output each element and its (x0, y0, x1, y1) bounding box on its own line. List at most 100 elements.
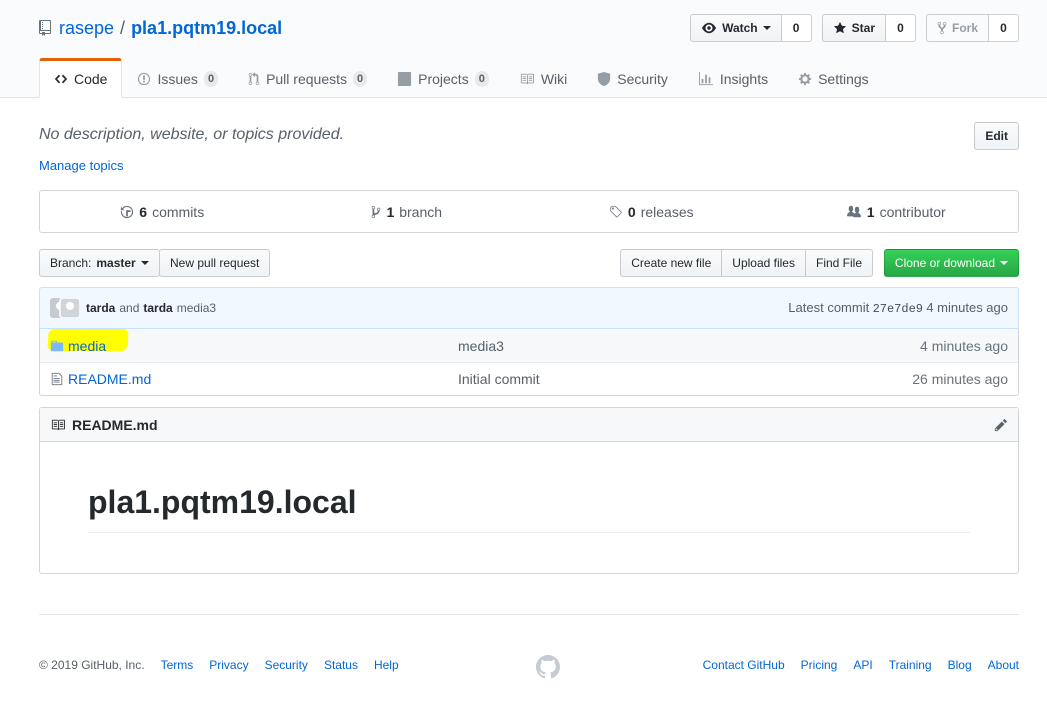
readme-panel: README.md pla1.pqtm19.local (39, 407, 1019, 574)
footer-link-pricing[interactable]: Pricing (801, 658, 838, 672)
star-button[interactable]: Star (821, 14, 886, 42)
contributor-count: 1 (866, 203, 875, 220)
graph-icon (698, 72, 713, 86)
file-link-readme[interactable]: README.md (68, 371, 151, 387)
tab-label: Security (617, 71, 668, 87)
footer-link-about[interactable]: About (988, 658, 1019, 672)
branches-link[interactable]: 1 branch (285, 204, 530, 220)
fork-button[interactable]: Fork (925, 14, 989, 42)
star-icon (833, 21, 846, 34)
fork-label: Fork (951, 21, 978, 35)
watch-button[interactable]: Watch (690, 14, 782, 42)
pencil-icon[interactable] (994, 418, 1008, 432)
eye-icon (702, 22, 717, 34)
footer-link-contact[interactable]: Contact GitHub (703, 658, 785, 672)
tab-counter: 0 (203, 71, 219, 87)
commits-label: commits (152, 203, 205, 220)
tab-label: Pull requests (266, 71, 347, 87)
people-icon (846, 205, 861, 217)
footer-link-api[interactable]: API (853, 658, 872, 672)
tab-counter: 0 (474, 71, 489, 87)
footer-link-privacy[interactable]: Privacy (209, 658, 248, 672)
file-navigation: Branch: master New pull request Create n… (39, 249, 1019, 277)
repo-icon (39, 20, 51, 36)
tab-insights[interactable]: Insights (683, 58, 783, 98)
commit-sha[interactable]: 27e7de9 (873, 302, 923, 316)
watch-count[interactable]: 0 (781, 14, 812, 42)
branch-prefix: Branch: (50, 256, 92, 270)
repo-header: rasepe / pla1.pqtm19.local Watch 0 Star … (0, 0, 1047, 98)
gear-icon (798, 72, 812, 86)
file-icon (51, 372, 63, 386)
create-new-file-button[interactable]: Create new file (620, 249, 723, 277)
releases-link[interactable]: 0 releases (529, 204, 774, 220)
file-link-media[interactable]: media (68, 338, 106, 354)
book-icon (520, 73, 534, 85)
commit-author[interactable]: tarda (86, 301, 115, 315)
star-count[interactable]: 0 (885, 14, 916, 42)
new-pull-request-button[interactable]: New pull request (159, 249, 271, 277)
repo-name-link[interactable]: pla1.pqtm19.local (131, 18, 282, 39)
table-row: media media3 4 minutes ago (40, 328, 1018, 362)
chevron-down-icon (140, 261, 149, 265)
fork-count[interactable]: 0 (989, 14, 1019, 42)
fork-icon (937, 21, 947, 35)
footer-link-blog[interactable]: Blog (948, 658, 972, 672)
footer: © 2019 GitHub, Inc. Terms Privacy Securi… (39, 614, 1019, 679)
commit-age: 4 minutes ago (926, 300, 1008, 315)
latest-commit-label: Latest commit (788, 300, 870, 315)
star-label: Star (851, 21, 875, 35)
clone-label: Clone or download (894, 256, 995, 270)
clone-download-button[interactable]: Clone or download (883, 249, 1019, 277)
watch-group: Watch 0 (690, 14, 812, 42)
file-list: media media3 4 minutes ago README.md Ini… (39, 328, 1019, 396)
upload-files-button[interactable]: Upload files (721, 249, 806, 277)
path-separator: / (120, 17, 126, 38)
branch-select-button[interactable]: Branch: master (39, 249, 160, 277)
readme-header: README.md (40, 408, 1018, 442)
tab-counter: 0 (353, 71, 368, 87)
watch-label: Watch (722, 21, 758, 35)
footer-link-training[interactable]: Training (889, 658, 932, 672)
project-icon (398, 72, 412, 86)
readme-body: pla1.pqtm19.local (40, 442, 1018, 533)
numbers-summary: 6 commits 1 branch 0 releases 1 contribu… (39, 190, 1019, 233)
tab-projects[interactable]: Projects 0 (382, 58, 504, 98)
footer-link-terms[interactable]: Terms (161, 658, 194, 672)
tab-security[interactable]: Security (582, 58, 683, 98)
footer-link-help[interactable]: Help (374, 658, 399, 672)
fork-group: Fork 0 (925, 14, 1019, 42)
repo-owner-link[interactable]: rasepe (59, 18, 114, 39)
file-commit-message[interactable]: Initial commit (458, 371, 912, 387)
branch-icon (372, 205, 381, 218)
repo-description: No description, website, or topics provi… (39, 126, 345, 143)
latest-commit-info: Latest commit 27e7de9 4 minutes ago (788, 300, 1008, 316)
manage-topics-link[interactable]: Manage topics (39, 158, 124, 173)
edit-description-button[interactable]: Edit (974, 122, 1019, 150)
commit-message[interactable]: media3 (177, 301, 216, 315)
branch-count: 1 (386, 203, 395, 220)
file-commit-message[interactable]: media3 (458, 338, 920, 354)
tab-settings[interactable]: Settings (783, 58, 884, 98)
footer-link-status[interactable]: Status (324, 658, 358, 672)
file-name-cell: media (47, 328, 458, 354)
tab-issues[interactable]: Issues 0 (122, 58, 233, 98)
readme-heading: pla1.pqtm19.local (88, 482, 970, 533)
branch-label: branch (399, 203, 443, 220)
copyright: © 2019 GitHub, Inc. (39, 658, 145, 672)
contributors-link[interactable]: 1 contributor (774, 204, 1019, 220)
tab-wiki[interactable]: Wiki (504, 58, 582, 98)
avatar[interactable] (50, 298, 80, 318)
commit-committer[interactable]: tarda (143, 301, 172, 315)
footer-link-security[interactable]: Security (265, 658, 308, 672)
footer-right-links: Contact GitHub Pricing API Training Blog… (687, 658, 1019, 672)
commits-link[interactable]: 6 commits (40, 204, 285, 220)
find-file-button[interactable]: Find File (804, 249, 873, 277)
book-icon (51, 419, 65, 430)
tab-pull-requests[interactable]: Pull requests 0 (233, 58, 382, 98)
file-actions-group: Create new file Upload files Find File (620, 249, 873, 277)
issue-icon (138, 72, 151, 86)
tab-code[interactable]: Code (39, 58, 123, 98)
branch-name: master (96, 256, 136, 270)
commits-count: 6 (139, 203, 148, 220)
